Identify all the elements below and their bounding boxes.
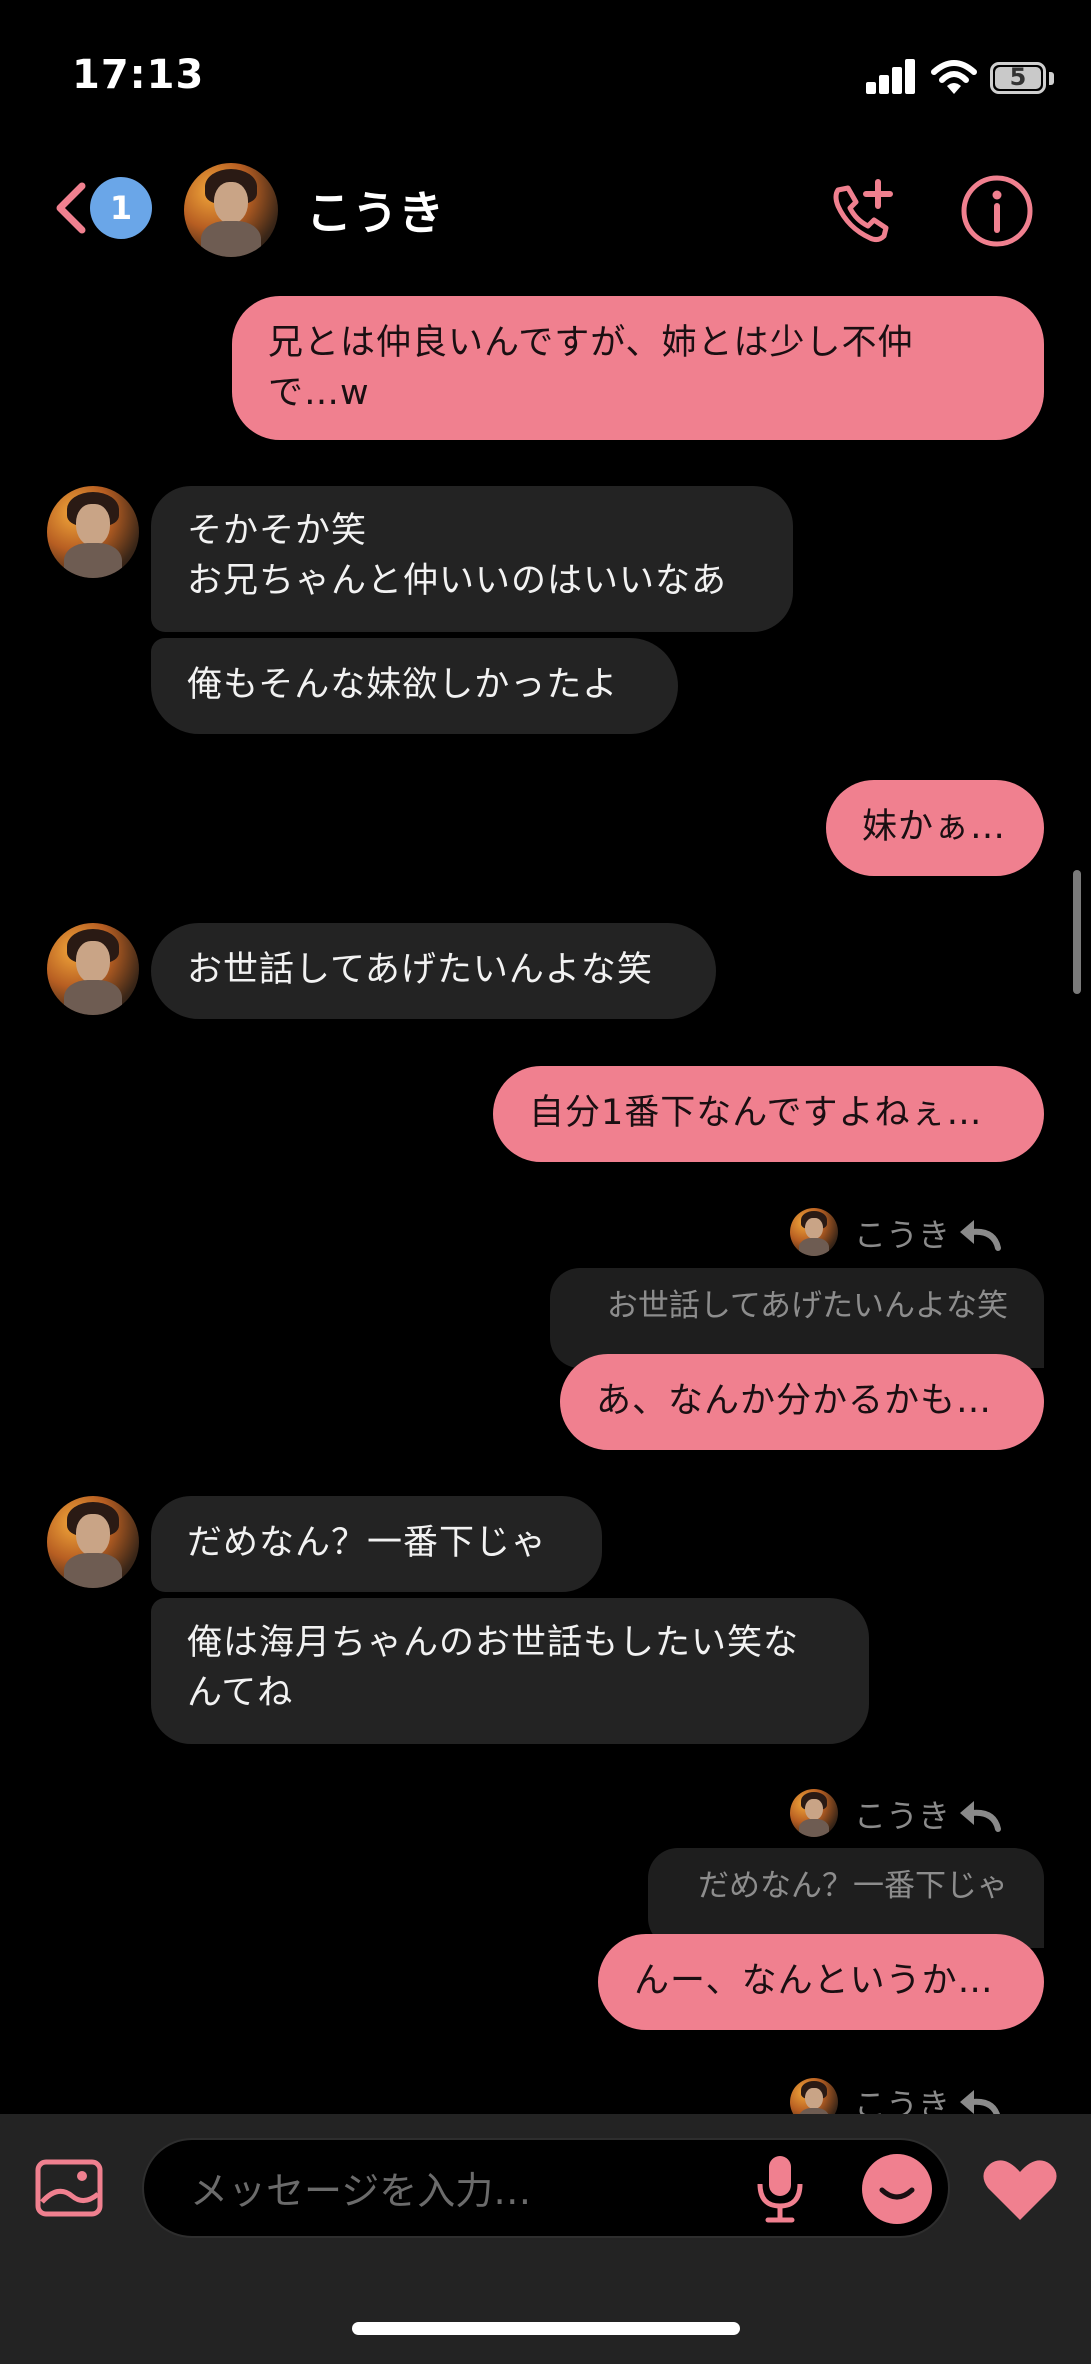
add-call-icon[interactable] xyxy=(828,176,898,246)
image-icon[interactable] xyxy=(34,2158,104,2218)
contact-avatar[interactable] xyxy=(47,1496,139,1588)
heart-icon[interactable] xyxy=(980,2156,1060,2224)
message-input-placeholder[interactable]: メッセージを入力… xyxy=(190,2160,531,2215)
battery-icon: 5 xyxy=(990,62,1046,94)
contact-avatar[interactable] xyxy=(47,486,139,578)
home-indicator[interactable] xyxy=(352,2322,740,2335)
reply-quote[interactable]: お世話してあげたいんよな笑 xyxy=(550,1268,1044,1368)
message-outgoing[interactable]: 自分1番下なんですよねぇ… xyxy=(493,1066,1044,1162)
message-outgoing[interactable]: あ、なんか分かるかも… xyxy=(560,1354,1044,1450)
message-incoming[interactable]: お世話してあげたいんよな笑 xyxy=(151,923,716,1019)
back-chevron-icon[interactable] xyxy=(50,180,90,236)
battery-level: 5 xyxy=(1009,63,1027,91)
signal-icon xyxy=(866,58,916,94)
reply-arrow-icon xyxy=(960,1801,1001,1832)
message-outgoing[interactable]: 兄とは仲良いんですが、姉とは少し不仲 で…w xyxy=(232,296,1044,440)
message-incoming[interactable]: 俺は海月ちゃんのお世話もしたい笑な んてね xyxy=(151,1598,869,1744)
wifi-icon xyxy=(931,60,977,94)
message-outgoing[interactable]: 妹かぁ… xyxy=(826,780,1044,876)
reply-quote[interactable]: だめなん？一番下じゃ xyxy=(648,1848,1044,1948)
reply-arrow-icon xyxy=(960,1220,1001,1251)
scrollbar[interactable] xyxy=(1073,870,1081,994)
contact-avatar[interactable] xyxy=(47,923,139,1015)
info-icon[interactable] xyxy=(960,174,1034,248)
header-avatar[interactable] xyxy=(184,163,278,257)
microphone-icon[interactable] xyxy=(754,2152,806,2224)
sticker-icon[interactable] xyxy=(862,2154,932,2224)
status-time: 17:13 xyxy=(72,52,205,98)
unread-badge[interactable]: 1 xyxy=(90,177,152,239)
reply-avatar xyxy=(790,1789,838,1837)
battery-cap xyxy=(1049,72,1054,85)
message-outgoing[interactable]: んー、なんというか… xyxy=(598,1934,1044,2030)
reply-avatar xyxy=(790,1208,838,1256)
reply-sender: こうき xyxy=(854,1797,951,1835)
contact-name[interactable]: こうき xyxy=(306,177,444,243)
message-incoming[interactable]: 俺もそんな妹欲しかったよ xyxy=(151,638,678,734)
message-incoming[interactable]: だめなん？一番下じゃ xyxy=(151,1496,602,1592)
message-incoming[interactable]: そかそか笑 お兄ちゃんと仲いいのはいいなあ xyxy=(151,486,793,632)
reply-sender: こうき xyxy=(854,1216,951,1254)
